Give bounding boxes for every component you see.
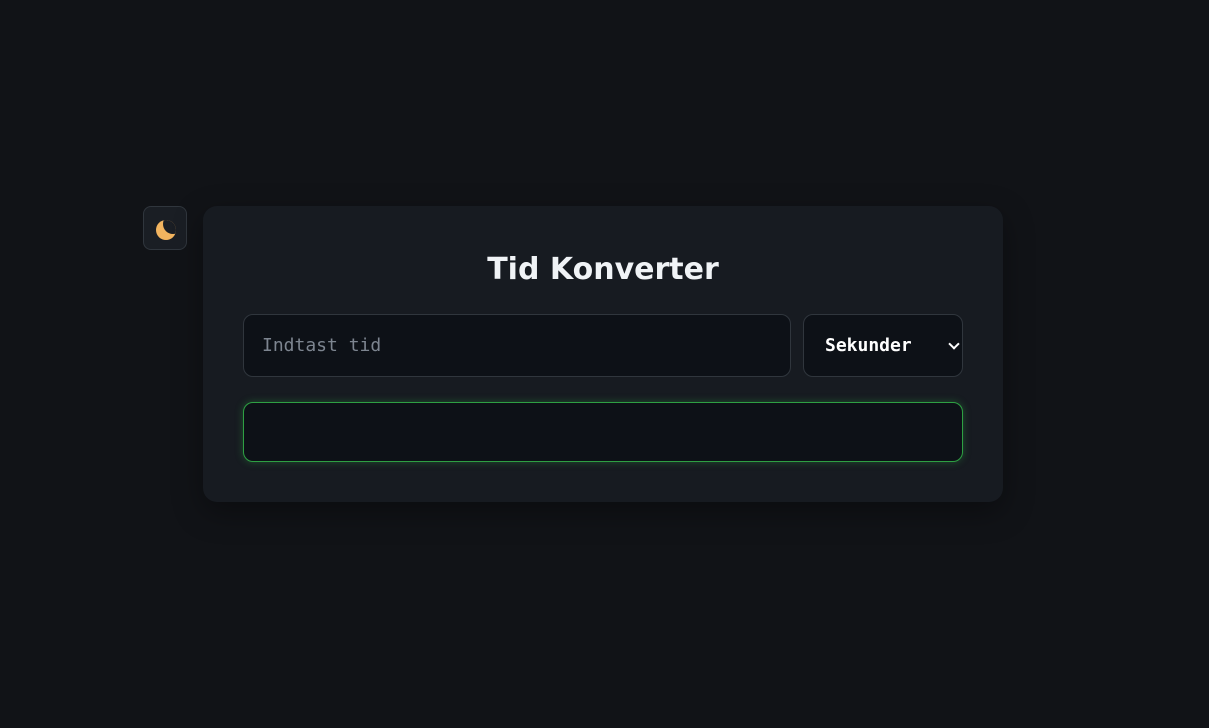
unit-select[interactable]: Sekunder: [803, 314, 963, 377]
chevron-down-icon: [948, 338, 960, 350]
result-output: [243, 402, 963, 462]
theme-toggle-button[interactable]: [143, 206, 187, 250]
time-input[interactable]: [243, 314, 791, 377]
page-title: Tid Konverter: [487, 252, 719, 287]
converter-card: Tid Konverter Sekunder: [203, 206, 1003, 502]
moon-icon: [155, 219, 176, 240]
unit-select-value: Sekunder: [825, 335, 912, 356]
